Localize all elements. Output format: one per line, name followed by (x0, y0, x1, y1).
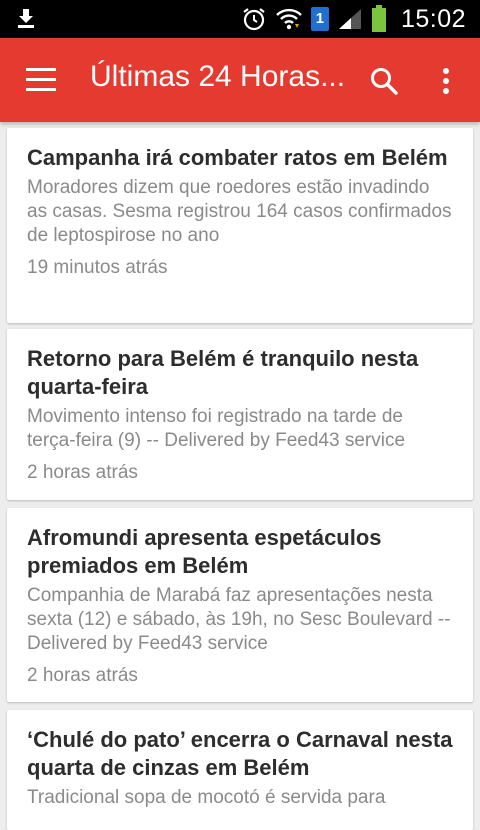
status-bar: 1 15:02 (0, 0, 480, 38)
card-description: Movimento intenso foi registrado na tard… (27, 406, 406, 451)
download-icon (18, 9, 34, 28)
app-bar: Últimas 24 Horas... (0, 38, 480, 122)
card-title: ‘Chulé do pato’ encerra o Carnaval nesta… (27, 727, 453, 780)
card-title: Retorno para Belém é tranquilo nesta qua… (27, 346, 419, 399)
search-icon[interactable] (368, 65, 400, 97)
menu-icon[interactable] (26, 68, 56, 92)
card-description: Tradicional sopa de mocotó é servida par… (27, 787, 386, 808)
wifi-icon (276, 8, 302, 30)
battery-icon (371, 5, 386, 32)
news-card[interactable]: Retorno para Belém é tranquilo nesta qua… (7, 329, 473, 500)
alarm-icon (243, 8, 265, 31)
page-title: Últimas 24 Horas... (90, 60, 346, 93)
card-description: Companhia de Marabá faz apresentações ne… (27, 585, 451, 654)
more-vert-icon[interactable] (436, 66, 456, 96)
card-timestamp: 2 horas atrás (27, 462, 138, 483)
news-card[interactable]: Afromundi apresenta espetáculos premiado… (7, 508, 473, 702)
card-title: Campanha irá combater ratos em Belém (27, 145, 448, 170)
card-title: Afromundi apresenta espetáculos premiado… (27, 525, 382, 578)
sim-badge: 1 (315, 10, 325, 27)
status-time: 15:02 (400, 4, 466, 33)
card-timestamp: 19 minutos atrás (27, 257, 168, 278)
card-description: Moradores dizem que roedores estão invad… (27, 177, 452, 246)
news-card[interactable]: Campanha irá combater ratos em Belém Mor… (7, 128, 473, 323)
signal-icon (338, 9, 361, 29)
sim-icon: 1 (310, 7, 329, 31)
card-timestamp: 2 horas atrás (27, 665, 138, 686)
news-card[interactable]: ‘Chulé do pato’ encerra o Carnaval nesta… (7, 710, 473, 830)
